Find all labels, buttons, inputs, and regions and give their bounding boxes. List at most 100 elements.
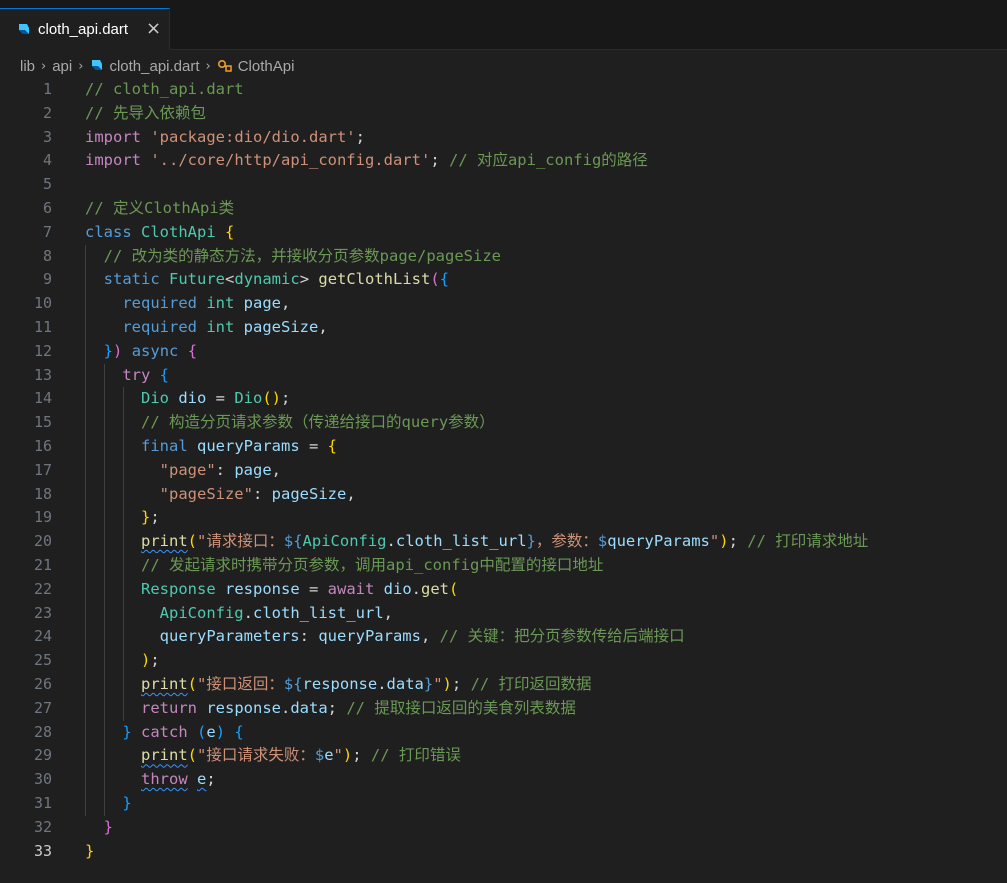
code-line[interactable]: 19 }; — [0, 506, 1007, 530]
tab-cloth-api-dart[interactable]: cloth_api.dart × — [0, 8, 170, 50]
code-token: . — [243, 603, 253, 622]
code-line[interactable]: 8 // 改为类的静态方法，并接收分页参数page/pageSize — [0, 245, 1007, 269]
code-line[interactable]: 10 required int page, — [0, 292, 1007, 316]
code-token: static — [103, 270, 160, 289]
code-line[interactable]: 9 static Future<dynamic> getClothList({ — [0, 268, 1007, 292]
code-token: { — [439, 270, 450, 289]
code-line[interactable]: 31 } — [0, 792, 1007, 816]
line-number: 8 — [42, 246, 52, 265]
code-token: . — [411, 579, 422, 598]
code-line[interactable]: 16 final queryParams = { — [0, 435, 1007, 459]
dart-file-icon — [92, 60, 103, 70]
code-line[interactable]: 13 try { — [0, 364, 1007, 388]
code-token: ; — [206, 770, 216, 789]
breadcrumb-item-api[interactable]: api — [52, 58, 72, 75]
line-number: 19 — [33, 508, 52, 527]
code-line[interactable]: 4 import '../core/http/api_config.dart'; … — [0, 149, 1007, 173]
code-token: // 打印返回数据 — [470, 675, 592, 693]
code-token: ; — [150, 508, 160, 527]
code-text: class ClothApi { — [85, 221, 234, 245]
code-line[interactable]: 28 } catch (e) { — [0, 721, 1007, 745]
code-token: // cloth_api.dart — [85, 80, 244, 98]
code-token: "pageSize" — [159, 484, 253, 503]
code-token: } — [141, 508, 151, 527]
code-token: int — [206, 294, 235, 313]
code-line[interactable]: 5 — [0, 173, 1007, 197]
code-line[interactable]: 15 // 构造分页请求参数（传递给接口的query参数） — [0, 411, 1007, 435]
code-line[interactable]: 11 required int pageSize, — [0, 316, 1007, 340]
code-line[interactable]: 3 import 'package:dio/dio.dart'; — [0, 126, 1007, 150]
code-token: } — [103, 341, 114, 360]
code-line[interactable]: 1 // cloth_api.dart — [0, 78, 1007, 102]
code-text: } — [85, 840, 94, 864]
breadcrumb-item-class[interactable]: ClothApi — [238, 58, 295, 75]
code-token: ; — [355, 127, 365, 146]
line-number: 1 — [42, 80, 52, 98]
code-text: required int pageSize, — [85, 316, 327, 340]
dart-file-icon — [19, 24, 29, 34]
code-text: Response response = await dio.get( — [85, 578, 458, 602]
code-line[interactable]: 6 // 定义ClothApi类 — [0, 197, 1007, 221]
code-line[interactable]: 2 // 先导入依赖包 — [0, 102, 1007, 126]
code-token: // 构造分页请求参数（传递给接口的query参数） — [141, 413, 495, 432]
code-line[interactable]: 20 print("请求接口：${ApiConfig.cloth_list_ur… — [0, 530, 1007, 554]
code-editor[interactable]: 1 // cloth_api.dart 2 // 先导入依赖包 3 import 'pac… — [0, 78, 1007, 868]
code-line[interactable]: 18 "pageSize": pageSize, — [0, 483, 1007, 507]
code-token: $ — [314, 746, 325, 765]
code-text: return response.data; // 提取接口返回的美食列表数据 — [85, 697, 576, 721]
code-line[interactable]: 33} — [0, 840, 1007, 864]
code-text: // 改为类的静态方法，并接收分页参数page/pageSize — [85, 245, 501, 269]
code-token: Dio — [234, 389, 263, 408]
code-line[interactable]: 26 print("接口返回：${response.data}"); // 打印… — [0, 673, 1007, 697]
code-token: ( — [187, 532, 198, 551]
code-line[interactable]: 32 } — [0, 816, 1007, 840]
code-token: e — [206, 722, 216, 741]
code-line[interactable]: 24 queryParameters: queryParams, // 关键：把… — [0, 625, 1007, 649]
code-token: catch — [141, 722, 188, 741]
code-line[interactable]: 14 Dio dio = Dio(); — [0, 387, 1007, 411]
line-number: 30 — [33, 770, 52, 789]
line-number: 24 — [33, 627, 52, 646]
code-text: // 先导入依赖包 — [85, 102, 206, 126]
line-number: 29 — [33, 746, 52, 765]
code-text: // 构造分页请求参数（传递给接口的query参数） — [85, 411, 495, 435]
code-text: Dio dio = Dio(); — [85, 387, 290, 411]
code-line[interactable]: 30 throw e; — [0, 768, 1007, 792]
code-line[interactable]: 21 // 发起请求时携带分页参数，调用api_config中配置的接口地址 — [0, 554, 1007, 578]
code-token: ApiConfig — [302, 532, 387, 551]
code-line[interactable]: 17 "page": page, — [0, 459, 1007, 483]
code-line[interactable]: 22 Response response = await dio.get( — [0, 578, 1007, 602]
code-token: " — [333, 746, 343, 765]
line-number: 33 — [33, 841, 52, 860]
code-token: ApiConfig — [159, 603, 244, 622]
breadcrumb-item-file[interactable]: cloth_api.dart — [109, 58, 199, 75]
line-number: 3 — [42, 127, 52, 146]
code-line[interactable]: 29 print("接口请求失败：$e"); // 打印错误 — [0, 744, 1007, 768]
close-icon[interactable]: × — [146, 18, 161, 39]
code-token: getClothList — [318, 270, 431, 289]
breadcrumb-item-lib[interactable]: lib — [20, 58, 35, 75]
code-text: "page": page, — [85, 459, 281, 483]
line-number: 31 — [33, 794, 52, 812]
code-line[interactable]: 12 }) async { — [0, 340, 1007, 364]
code-token: pageSize — [243, 318, 319, 336]
code-line[interactable]: 7 class ClothApi { — [0, 221, 1007, 245]
line-number: 4 — [42, 151, 52, 170]
code-line[interactable]: 23 ApiConfig.cloth_list_url, — [0, 602, 1007, 626]
code-line[interactable]: 27 return response.data; // 提取接口返回的美食列表数… — [0, 697, 1007, 721]
code-token: // 改为类的静态方法，并接收分页参数page/pageSize — [103, 246, 501, 265]
code-token: ; — [327, 698, 347, 717]
code-line[interactable]: 25 ); — [0, 649, 1007, 673]
